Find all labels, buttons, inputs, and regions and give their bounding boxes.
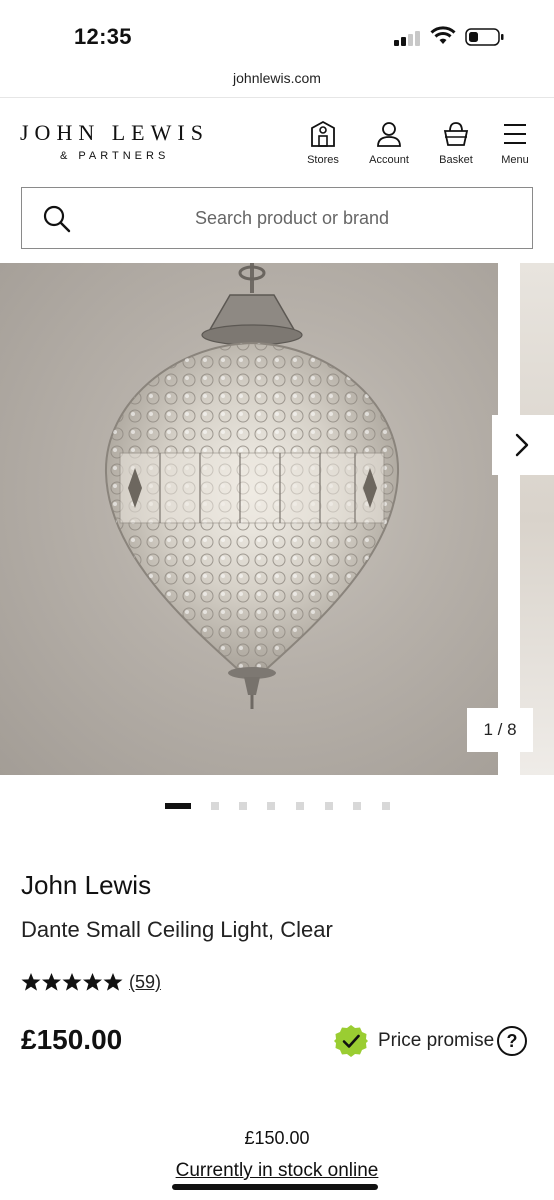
gallery-counter: 1 / 8	[467, 708, 533, 752]
browser-url-bar[interactable]: johnlewis.com	[0, 62, 554, 98]
battery-icon	[465, 28, 504, 46]
product-title: Dante Small Ceiling Light, Clear	[21, 917, 333, 942]
account-label: Account	[369, 154, 409, 166]
url-text: johnlewis.com	[233, 70, 321, 86]
search-input[interactable]	[102, 188, 522, 248]
basket-button[interactable]: Basket	[425, 120, 487, 166]
price-promise-check-icon	[334, 1025, 368, 1057]
product-brand[interactable]: John Lewis	[21, 870, 151, 901]
search-icon[interactable]	[42, 204, 72, 234]
ceiling-light-image	[104, 263, 400, 709]
john-lewis-logo[interactable]: JOHN LEWIS & PARTNERS	[20, 120, 209, 162]
status-time: 12:35	[74, 24, 132, 49]
basket-label: Basket	[439, 154, 473, 166]
account-button[interactable]: Account	[358, 120, 420, 166]
menu-label: Menu	[501, 154, 529, 166]
review-count-link[interactable]: (59)	[129, 972, 161, 993]
cellular-signal-icon	[394, 30, 424, 46]
status-bar: 12:35	[0, 0, 554, 62]
menu-icon	[504, 124, 526, 144]
price-promise-label[interactable]: Price promise	[378, 1030, 494, 1052]
purchase-bar-price: £150.00	[244, 1128, 310, 1148]
gallery-dot[interactable]	[296, 802, 304, 810]
logo-main-text: JOHN LEWIS	[20, 120, 209, 145]
account-icon	[377, 122, 401, 147]
price-promise-help-icon[interactable]: ?	[497, 1026, 527, 1056]
stores-label: Stores	[307, 154, 339, 166]
home-indicator[interactable]	[172, 1184, 378, 1190]
chevron-right-icon	[515, 433, 529, 457]
gallery-dot[interactable]	[382, 802, 390, 810]
gallery-dot[interactable]	[239, 802, 247, 810]
gallery-dot[interactable]	[211, 802, 219, 810]
gallery-dot[interactable]	[353, 802, 361, 810]
product-rating[interactable]: (59)	[21, 972, 161, 998]
gallery-next-button[interactable]	[492, 415, 554, 475]
store-icon	[311, 120, 335, 147]
wifi-icon	[430, 26, 456, 44]
site-header: JOHN LEWIS & PARTNERS Stores Account Bas…	[0, 98, 554, 180]
product-price: £150.00	[21, 1024, 123, 1055]
product-image[interactable]	[0, 263, 498, 775]
stores-button[interactable]: Stores	[292, 120, 354, 166]
gallery-dot[interactable]	[325, 802, 333, 810]
logo-sub-text: & PARTNERS	[60, 150, 170, 162]
product-image-gallery[interactable]: 1 / 8	[0, 263, 554, 775]
basket-icon	[443, 122, 469, 146]
stock-status-link[interactable]: Currently in stock online	[0, 1160, 554, 1182]
gallery-dot[interactable]	[267, 802, 275, 810]
gallery-dot-active[interactable]	[165, 803, 191, 809]
search-box[interactable]	[21, 187, 533, 249]
next-slide-preview	[520, 263, 554, 775]
star-rating-icon	[21, 973, 123, 991]
menu-button[interactable]: Menu	[484, 120, 546, 166]
